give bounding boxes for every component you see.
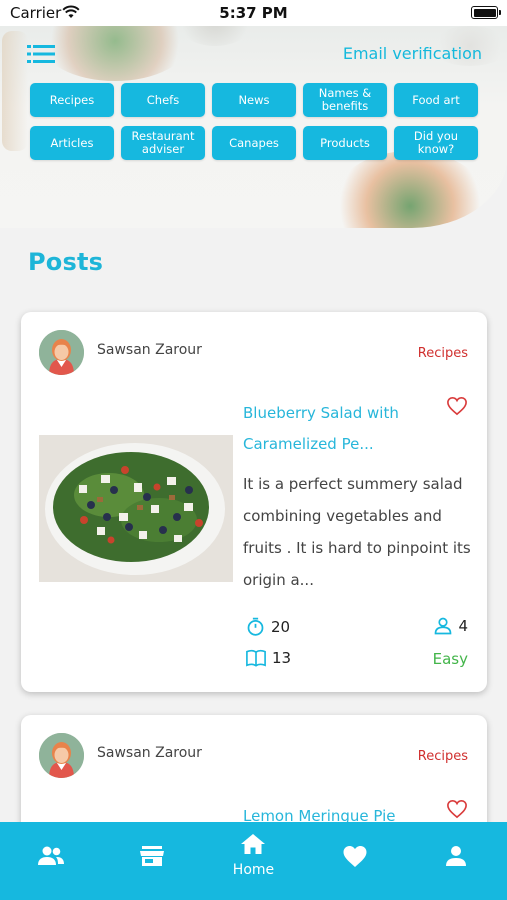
category-news[interactable]: News [212, 83, 296, 117]
author-avatar-icon [39, 733, 84, 778]
avatar [39, 733, 84, 778]
nav-profile[interactable] [426, 845, 486, 867]
category-products[interactable]: Products [303, 126, 387, 160]
food-photo-decoration [40, 26, 190, 81]
heart-outline-icon[interactable] [446, 396, 468, 416]
post-category[interactable]: Recipes [418, 346, 468, 361]
nav-store[interactable] [122, 845, 182, 867]
email-verification-link[interactable]: Email verification [343, 44, 482, 63]
steps-value: 13 [272, 649, 292, 667]
users-icon [37, 846, 64, 865]
category-names-benefits[interactable]: Names & benefits [303, 83, 387, 117]
prep-time-value: 20 [271, 617, 291, 636]
steps-count: 13 [245, 648, 291, 668]
menu-icon[interactable] [27, 44, 55, 64]
nav-users[interactable] [21, 845, 81, 867]
category-restaurant-adviser[interactable]: Restaurant adviser [121, 126, 205, 160]
author-avatar-icon [39, 330, 84, 375]
category-recipes[interactable]: Recipes [30, 83, 114, 117]
status-bar: Carrier 5:37 PM [0, 0, 507, 26]
food-photo-decoration [2, 31, 28, 151]
category-food-art[interactable]: Food art [394, 83, 478, 117]
category-grid: Recipes Chefs News Names & benefits Food… [30, 83, 478, 160]
nav-home-label: Home [232, 862, 275, 878]
post-description: It is a perfect summery salad combining … [243, 475, 471, 589]
category-canapes[interactable]: Canapes [212, 126, 296, 160]
store-icon [140, 846, 165, 866]
heart-icon [343, 846, 367, 867]
heart-outline-icon[interactable] [446, 799, 468, 819]
servings-value: 4 [458, 617, 468, 635]
battery-icon [471, 6, 501, 19]
food-photo-decoration [330, 151, 490, 228]
person-icon [446, 846, 467, 866]
author-name: Sawsan Zarour [97, 342, 202, 358]
timer-icon [247, 617, 264, 636]
category-articles[interactable]: Articles [30, 126, 114, 160]
person-outline-icon [435, 617, 452, 635]
nav-favorites[interactable] [325, 845, 385, 868]
home-icon [241, 834, 266, 854]
clock: 5:37 PM [219, 4, 288, 22]
bottom-navigation: Home [0, 822, 507, 900]
posts-heading: Posts [28, 248, 104, 276]
servings: 4 [433, 616, 468, 636]
post-card[interactable]: Sawsan Zarour Recipes Blueberry Salad wi… [21, 312, 487, 692]
post-title[interactable]: Blueberry Salad with Caramelized Pe... [243, 398, 423, 460]
post-image[interactable] [39, 435, 233, 582]
book-icon [246, 649, 266, 667]
post-category[interactable]: Recipes [418, 749, 468, 764]
category-chefs[interactable]: Chefs [121, 83, 205, 117]
author-name: Sawsan Zarour [97, 745, 202, 761]
nav-home[interactable]: Home [223, 833, 283, 878]
prep-time: 20 [245, 616, 290, 637]
avatar [39, 330, 84, 375]
difficulty-label: Easy [432, 650, 468, 668]
category-did-you-know[interactable]: Did you know? [394, 126, 478, 160]
salad-photo [39, 435, 233, 582]
